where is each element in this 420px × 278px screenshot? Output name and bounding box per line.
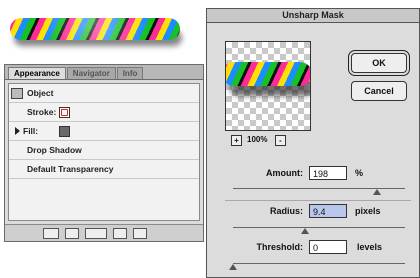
amount-unit: % — [355, 168, 364, 178]
ok-button[interactable]: OK — [351, 53, 407, 73]
zoom-out-button[interactable]: - — [275, 135, 286, 146]
new-art-maintains-appearance-icon[interactable] — [43, 228, 59, 239]
object-label: Object — [27, 88, 54, 98]
threshold-slider[interactable] — [233, 263, 405, 264]
cancel-button[interactable]: Cancel — [351, 81, 407, 101]
drop-shadow-label: Drop Shadow — [27, 145, 82, 155]
appearance-palette: Appearance Navigator Info Object Stroke:… — [4, 64, 204, 242]
zoom-in-button[interactable]: + — [231, 135, 242, 146]
unsharp-mask-dialog: Unsharp Mask + 100% - OK Cancel Amount: … — [206, 8, 420, 278]
threshold-label: Threshold: — [256, 242, 304, 252]
radius-unit: pixels — [355, 206, 381, 216]
amount-input[interactable]: 198 — [309, 166, 347, 180]
fill-swatch-icon[interactable] — [59, 126, 70, 137]
threshold-slider-thumb[interactable] — [229, 264, 237, 270]
threshold-input[interactable]: 0 — [309, 240, 347, 254]
object-icon — [11, 88, 23, 99]
default-transparency-label: Default Transparency — [27, 164, 114, 174]
fill-row[interactable]: Fill: — [9, 122, 199, 141]
palette-tabs: Appearance Navigator Info — [5, 65, 203, 80]
amount-label: Amount: — [266, 168, 303, 178]
preview-graphic — [226, 62, 310, 86]
object-row[interactable]: Object — [9, 84, 199, 103]
amount-slider-thumb[interactable] — [373, 189, 381, 195]
stroke-swatch-icon[interactable] — [59, 107, 70, 118]
tab-appearance[interactable]: Appearance — [8, 67, 66, 79]
duplicate-item-icon[interactable] — [113, 228, 127, 239]
disclosure-triangle-icon[interactable] — [15, 127, 20, 135]
radius-slider[interactable] — [233, 227, 405, 228]
tab-navigator[interactable]: Navigator — [66, 67, 116, 79]
preview-zoom-controls: + 100% - — [231, 135, 301, 147]
palette-bottom-bar — [5, 224, 203, 241]
zoom-level: 100% — [247, 135, 268, 144]
patterned-graphic — [10, 18, 180, 40]
radius-slider-thumb[interactable] — [301, 228, 309, 234]
stroke-row[interactable]: Stroke: — [9, 103, 199, 122]
drop-shadow-row[interactable]: Drop Shadow — [9, 141, 199, 160]
radius-input[interactable]: 9.4 — [309, 204, 347, 218]
fill-label: Fill: — [23, 126, 39, 136]
radius-label: Radius: — [269, 206, 303, 216]
filter-preview[interactable] — [225, 41, 311, 131]
appearance-list: Object Stroke: Fill: Drop Shadow Default… — [8, 83, 200, 221]
divider — [225, 200, 411, 201]
tab-info[interactable]: Info — [116, 67, 144, 79]
dialog-title: Unsharp Mask — [207, 9, 419, 23]
stroke-label: Stroke: — [27, 107, 57, 117]
threshold-unit: levels — [357, 242, 383, 252]
clear-appearance-icon[interactable] — [65, 228, 79, 239]
default-transparency-row[interactable]: Default Transparency — [9, 160, 199, 179]
delete-item-icon[interactable] — [133, 228, 147, 239]
reduce-to-basic-appearance-icon[interactable] — [85, 228, 107, 239]
